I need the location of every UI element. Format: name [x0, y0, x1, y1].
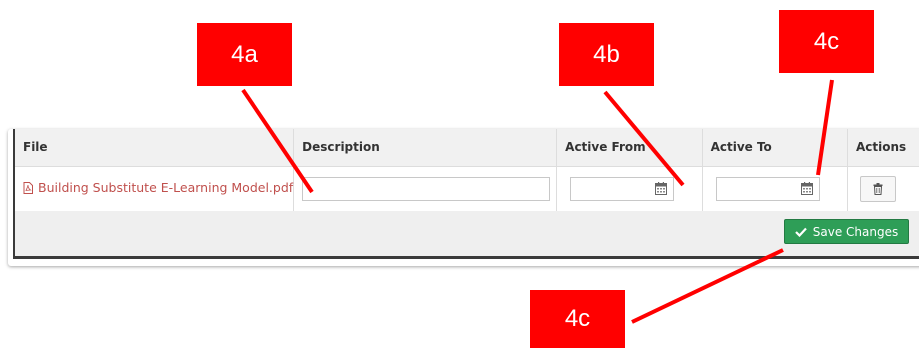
callout-line-4b	[603, 90, 685, 187]
callout-line-4c-bottom	[631, 248, 784, 324]
callout-4a: 4a	[197, 23, 292, 86]
callout-4c-bottom: 4c	[530, 290, 625, 348]
callout-line-4c-top	[816, 79, 834, 176]
callout-line-4a	[241, 88, 314, 194]
callout-4c-top: 4c	[779, 10, 874, 73]
callout-4b: 4b	[559, 23, 654, 86]
